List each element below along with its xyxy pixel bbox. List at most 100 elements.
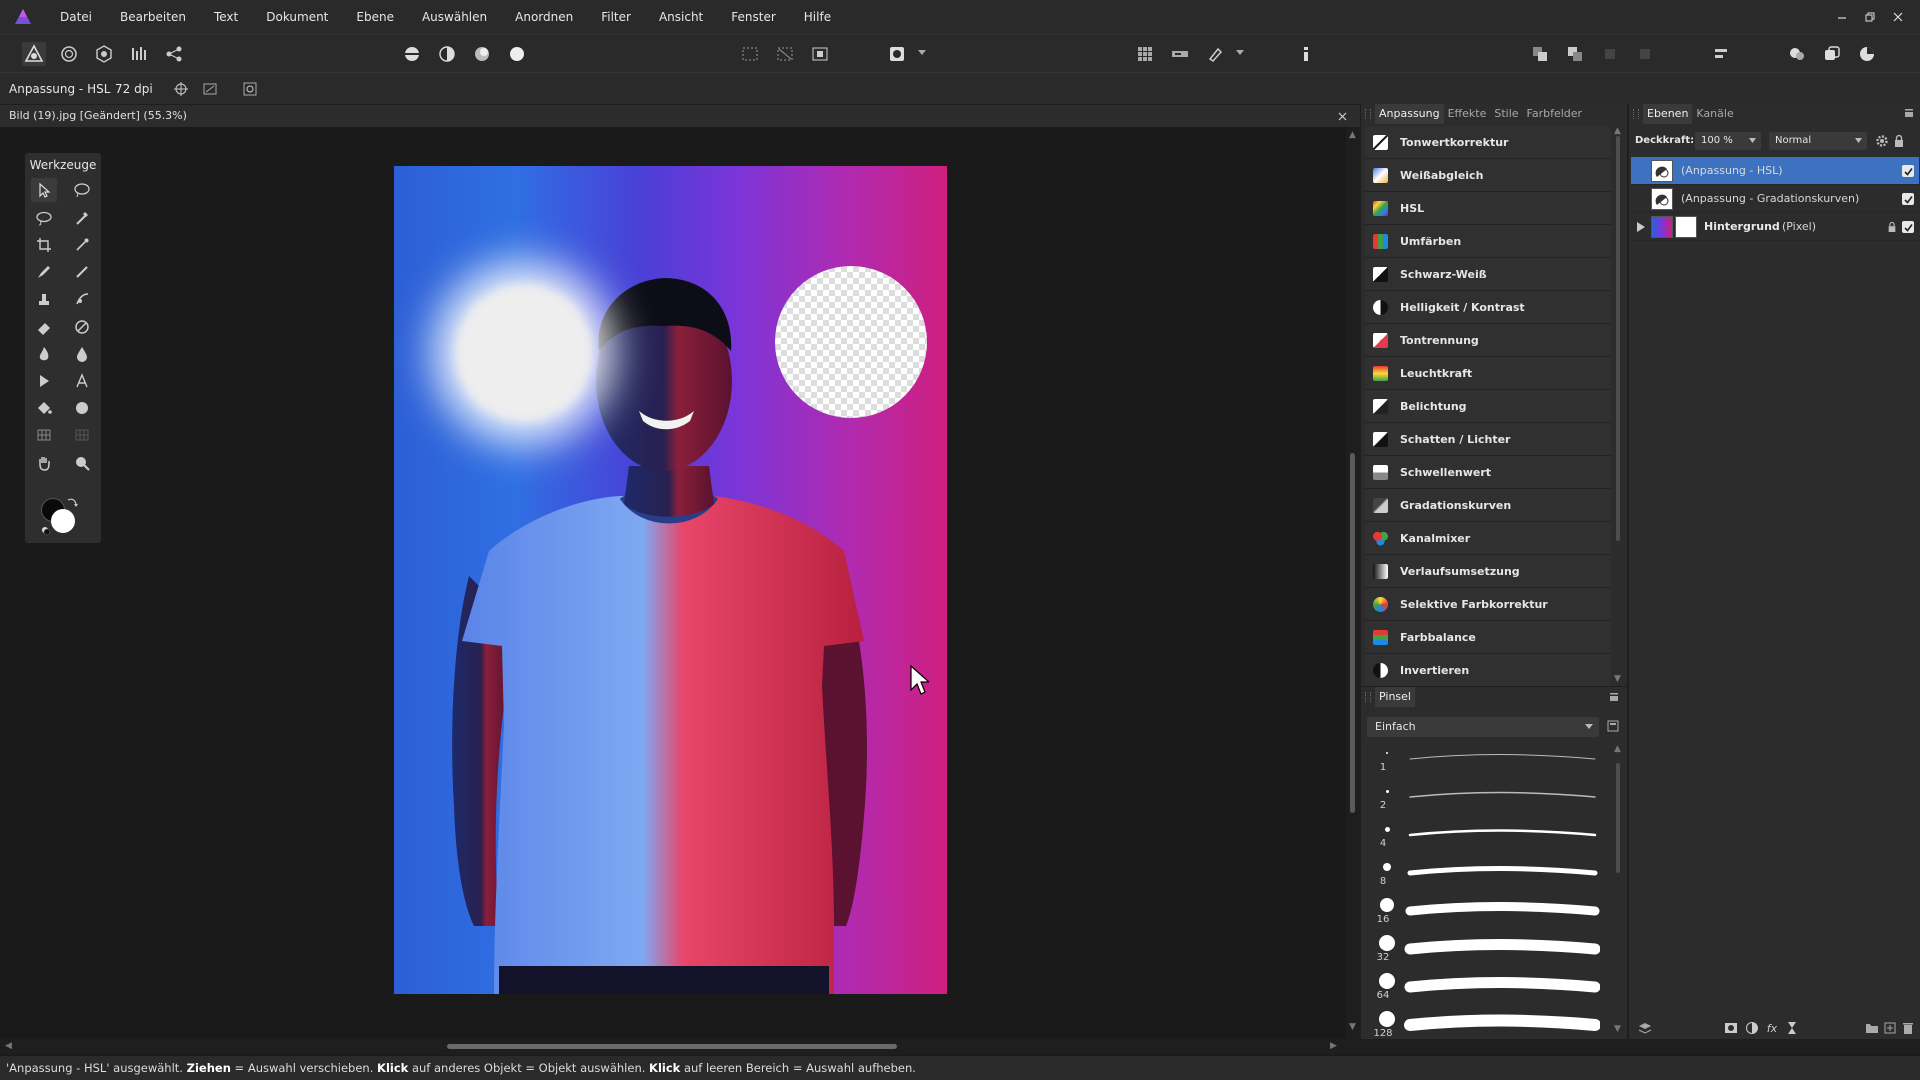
crop-tool[interactable] [31, 233, 57, 257]
adjustment-item-recolor[interactable]: Umfärben [1365, 225, 1611, 258]
auto-levels-button[interactable] [400, 42, 424, 66]
swap-colors-icon[interactable] [65, 496, 79, 510]
node-tool[interactable] [31, 369, 57, 393]
arrange-back-button[interactable] [1563, 42, 1587, 66]
menu-anordnen[interactable]: Anordnen [501, 0, 587, 34]
adjustment-item-selective-color[interactable]: Selektive Farbkorrektur [1365, 588, 1611, 621]
reset-colors-icon[interactable] [41, 526, 51, 536]
move-tool[interactable] [31, 178, 57, 202]
arrange-forward-button[interactable] [1528, 42, 1552, 66]
tone-mapping-persona-button[interactable] [127, 42, 151, 66]
flood-select-tool[interactable] [69, 206, 95, 230]
brush-preset[interactable]: 128 [1367, 1009, 1607, 1047]
auto-white-balance-button[interactable] [505, 42, 529, 66]
erase-brush-tool[interactable] [31, 315, 57, 339]
layer-visibility-checkbox[interactable] [1902, 165, 1914, 177]
brush-preset[interactable]: 64 [1367, 971, 1607, 1009]
gear-icon[interactable] [1875, 134, 1889, 148]
adjustment-item-hsl[interactable]: HSL [1365, 192, 1611, 225]
layer-visibility-checkbox[interactable] [1902, 193, 1914, 205]
arrange-disabled-button-2[interactable] [1633, 42, 1657, 66]
layer-stack-button[interactable] [1636, 1019, 1654, 1037]
adjustment-item-black-white[interactable]: Schwarz-Weiß [1365, 258, 1611, 291]
add-live-filter-button[interactable] [1783, 1019, 1801, 1037]
brush-options-icon[interactable] [1606, 719, 1620, 733]
menu-ansicht[interactable]: Ansicht [645, 0, 717, 34]
text-tool[interactable] [69, 369, 95, 393]
develop-persona-button[interactable] [92, 42, 116, 66]
restore-button[interactable] [1856, 0, 1884, 34]
scroll-up-icon[interactable]: ▲ [1614, 744, 1621, 754]
tab-farbfelder[interactable]: Farbfelder [1523, 104, 1587, 124]
horizontal-scroll-thumb[interactable] [447, 1044, 897, 1049]
pixel-tool[interactable] [69, 260, 95, 284]
add-layer-button[interactable] [1881, 1019, 1899, 1037]
dodge-brush-tool[interactable] [31, 342, 57, 366]
photo-persona-button[interactable] [22, 42, 46, 66]
layer-row-hsl[interactable]: (Anpassung - HSL) [1631, 157, 1919, 185]
quick-mask-dropdown[interactable] [917, 45, 927, 61]
menu-fenster[interactable]: Fenster [717, 0, 790, 34]
color-studio-button[interactable] [1855, 42, 1879, 66]
adjustment-item-white-balance[interactable]: Weißabgleich [1365, 159, 1611, 192]
vertical-scrollbar[interactable]: ▲ ▼ [1346, 127, 1360, 1039]
layer-row-gradationskurven[interactable]: (Anpassung - Gradationskurven) [1631, 185, 1919, 213]
menu-text[interactable]: Text [200, 0, 252, 34]
opacity-field[interactable]: 100 % [1695, 132, 1761, 150]
add-group-button[interactable] [1863, 1019, 1881, 1037]
patch-tool[interactable] [69, 315, 95, 339]
document-tab[interactable]: Bild (19).jpg [Geändert] (55.3%) [0, 105, 1360, 127]
adjustment-item-posterize[interactable]: Tontrennung [1365, 324, 1611, 357]
brush-preset[interactable]: 2 [1367, 781, 1607, 819]
adjustment-item-invert[interactable]: Invertieren [1365, 654, 1611, 687]
brush-category-select[interactable]: Einfach [1367, 717, 1599, 737]
perspective-tool[interactable] [69, 423, 95, 447]
brush-preset[interactable]: 32 [1367, 933, 1607, 971]
view-tool[interactable] [31, 451, 57, 475]
scroll-left-icon[interactable]: ◀ [5, 1041, 12, 1051]
canvas-area[interactable] [0, 127, 1346, 1039]
adjustment-item-vibrance[interactable]: Leuchtkraft [1365, 357, 1611, 390]
liquify-persona-button[interactable] [57, 42, 81, 66]
tab-kanaele[interactable]: Kanäle [1692, 104, 1737, 124]
adjustment-item-brightness-contrast[interactable]: Helligkeit / Kontrast [1365, 291, 1611, 324]
snapping-button[interactable] [1203, 42, 1227, 66]
adjustment-item-threshold[interactable]: Schwellenwert [1365, 456, 1611, 489]
scroll-down-icon[interactable]: ▼ [1614, 1024, 1621, 1034]
add-adjustment-button[interactable] [1743, 1019, 1761, 1037]
shape-tool[interactable] [69, 396, 95, 420]
freehand-selection-tool[interactable] [31, 206, 57, 230]
background-color-swatch[interactable] [51, 509, 75, 533]
delete-layer-button[interactable] [1899, 1019, 1917, 1037]
brush-scroll-thumb[interactable] [1616, 763, 1620, 873]
auto-colors-button[interactable] [470, 42, 494, 66]
layer-row-hintergrund[interactable]: Hintergrund (Pixel) [1631, 213, 1919, 241]
menu-dokument[interactable]: Dokument [252, 0, 342, 34]
context-help-button[interactable] [1294, 42, 1318, 66]
menu-datei[interactable]: Datei [46, 0, 106, 34]
tab-anpassung[interactable]: Anpassung [1375, 104, 1444, 124]
panel-grip-icon[interactable] [1633, 109, 1639, 119]
horizontal-scrollbar[interactable]: ◀ ▶ [0, 1039, 1346, 1053]
adjustment-item-curves[interactable]: Gradationskurven [1365, 489, 1611, 522]
studio-personas-button[interactable] [1785, 42, 1809, 66]
panel-grip-icon[interactable] [1365, 109, 1371, 119]
color-swatches[interactable] [41, 498, 81, 538]
blend-mode-select[interactable]: Normal [1769, 132, 1867, 150]
export-persona-button[interactable] [162, 42, 186, 66]
close-window-button[interactable] [1884, 0, 1912, 34]
adjustment-item-exposure[interactable]: Belichtung [1365, 390, 1611, 423]
scroll-up-icon[interactable]: ▲ [1349, 130, 1356, 140]
hide-selection-button[interactable] [198, 78, 222, 100]
marquee-selection-button[interactable] [738, 42, 762, 66]
menu-hilfe[interactable]: Hilfe [790, 0, 845, 34]
minimize-button[interactable] [1828, 0, 1856, 34]
tab-stile[interactable]: Stile [1490, 104, 1522, 124]
snapping-grid-button[interactable] [1133, 42, 1157, 66]
scroll-up-icon[interactable]: ▲ [1614, 126, 1621, 136]
brush-preset[interactable]: 1 [1367, 743, 1607, 781]
blur-brush-tool[interactable] [69, 342, 95, 366]
zoom-tool[interactable] [69, 451, 95, 475]
tab-effekte[interactable]: Effekte [1444, 104, 1491, 124]
selection-brush-tool[interactable] [69, 178, 95, 202]
